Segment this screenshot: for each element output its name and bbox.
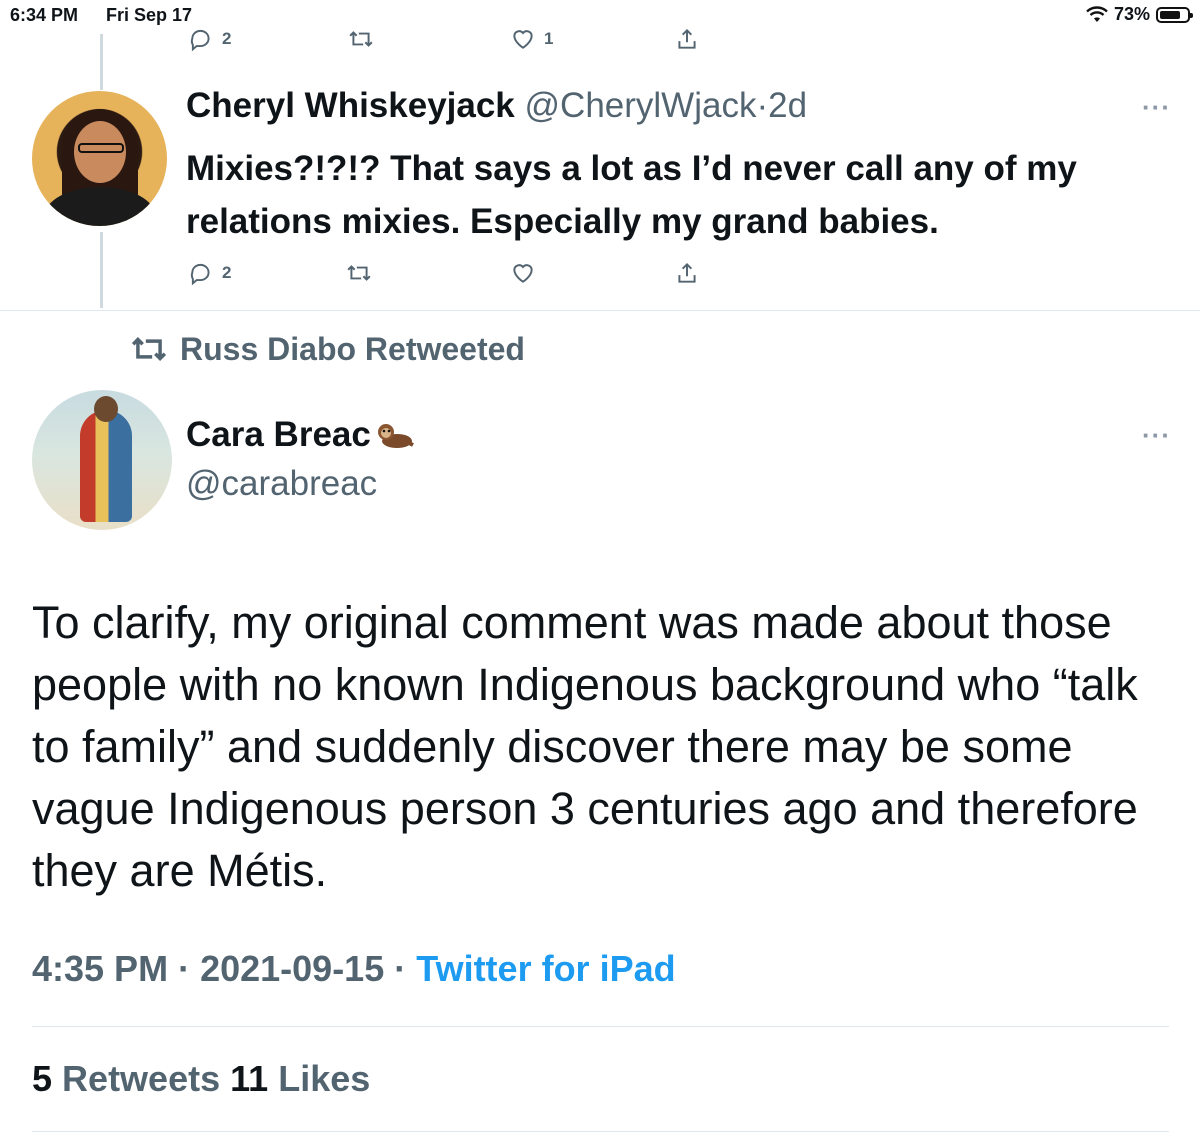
more-icon: ··· — [1142, 420, 1171, 450]
reply-icon — [190, 29, 210, 52]
reply-count: 2 — [222, 29, 232, 48]
tweet-actions: 2 — [0, 260, 1200, 290]
retweet-button[interactable] — [346, 260, 372, 286]
author-name[interactable]: Cara Breac — [186, 415, 371, 455]
retweet-icon — [131, 337, 167, 361]
like-icon — [513, 30, 533, 49]
tweet-text: To clarify, my original comment was made… — [32, 597, 1138, 896]
share-icon — [678, 28, 696, 49]
divider — [0, 310, 1200, 311]
battery-icon — [1156, 6, 1193, 23]
tweet-time[interactable]: 4:35 PM — [32, 948, 168, 989]
retweet-count: 5 — [32, 1058, 53, 1099]
retweet-label: Retweets — [62, 1058, 221, 1099]
tweet-age[interactable]: ·2d — [756, 86, 807, 125]
status-right: 73% — [1086, 4, 1193, 25]
author-handle[interactable]: @carabreac — [186, 464, 377, 504]
retweet-button[interactable] — [348, 26, 374, 52]
like-button[interactable] — [510, 260, 536, 286]
retweet-icon — [347, 265, 371, 281]
more-button[interactable]: ··· — [1142, 92, 1171, 123]
author-name[interactable]: Cheryl Whiskeyjack — [186, 86, 515, 125]
tweet-source-link[interactable]: Twitter for iPad — [416, 948, 675, 989]
retweet-icon — [349, 31, 373, 47]
reply-count: 2 — [222, 263, 232, 282]
like-label: Likes — [278, 1058, 371, 1099]
likes-stat[interactable]: 11 Likes — [230, 1058, 370, 1099]
share-button[interactable] — [674, 26, 700, 52]
like-count: 11 — [230, 1058, 269, 1099]
retweet-banner-text: Russ Diabo Retweeted — [180, 330, 525, 367]
more-button[interactable]: ··· — [1142, 420, 1171, 451]
reply-button[interactable]: 2 — [188, 260, 231, 286]
author-name-row: Cara Breac — [186, 415, 415, 455]
wifi-icon — [1086, 5, 1108, 22]
share-button[interactable] — [674, 260, 700, 286]
tweet-text: Mixies?!?!? That says a lot as I’d never… — [186, 149, 1077, 241]
reply-button[interactable]: 2 — [188, 26, 231, 52]
retweets-stat[interactable]: 5 Retweets — [32, 1058, 220, 1099]
battery-percent: 73% — [1113, 4, 1150, 24]
tweet-stats: 5 Retweets 11 Likes — [32, 1058, 370, 1100]
tweet-meta: 4:35 PM · 2021-09-15 · Twitter for iPad — [32, 948, 676, 989]
tweet-date[interactable]: 2021-09-15 — [200, 948, 384, 989]
more-icon: ··· — [1142, 92, 1171, 122]
prev-tweet-actions: 2 1 — [0, 26, 1200, 56]
like-icon — [513, 264, 533, 283]
share-icon — [678, 262, 696, 283]
avatar[interactable] — [32, 91, 167, 226]
divider — [32, 1131, 1169, 1132]
like-button[interactable]: 1 — [510, 26, 553, 52]
like-count: 1 — [544, 29, 554, 48]
divider — [32, 1026, 1169, 1027]
reply-icon — [190, 263, 210, 286]
tweet-author-line: Cheryl Whiskeyjack @CherylWjack·2d — [186, 86, 807, 126]
otter-emoji — [377, 424, 414, 448]
status-time: 6:34 PM — [10, 5, 79, 25]
retweet-banner[interactable]: Russ Diabo Retweeted — [130, 330, 525, 368]
avatar[interactable] — [32, 390, 172, 530]
author-handle[interactable]: @CherylWjack — [525, 86, 757, 125]
status-date: Fri Sep 17 — [106, 5, 193, 25]
